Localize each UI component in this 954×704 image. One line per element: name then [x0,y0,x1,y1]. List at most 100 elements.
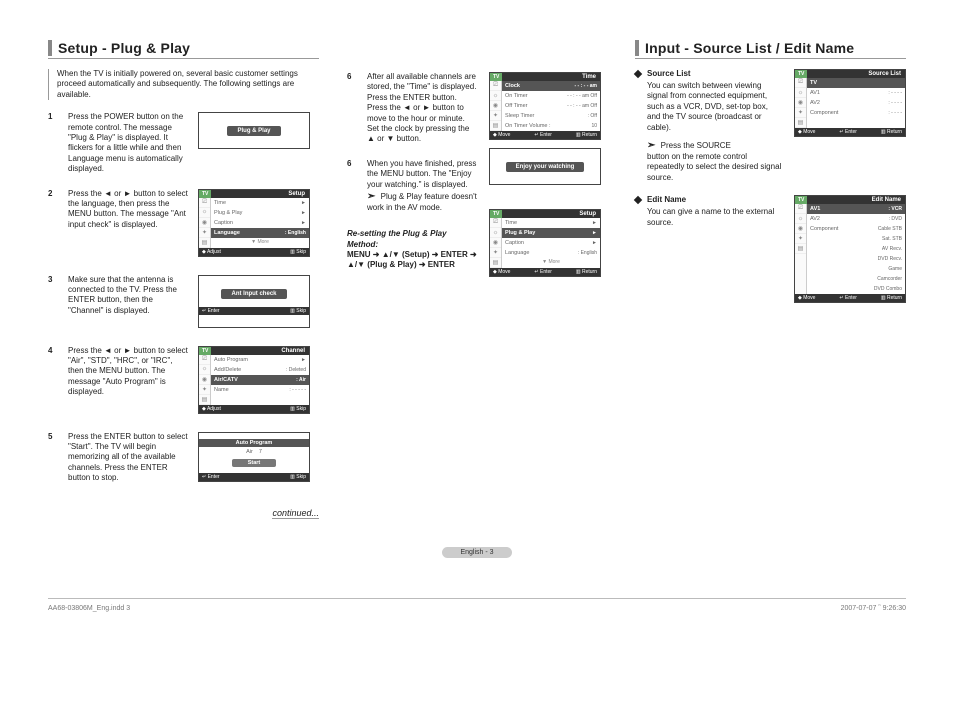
osd-more: ▼ More [502,258,600,266]
osd-setup-menu-2: TV Setup ⎚☼◉✦▤ Time► Plug & Play► Captio… [489,209,601,277]
osd-enjoy-banner: Enjoy your watching [489,148,601,185]
crop-right: 2007-07-07 ῝ 9:26:30 [841,605,906,612]
osd-row: ComponentCable STB [807,224,905,234]
osd-sourcelist-menu: TV Source List ⎚☼◉✦▤ TV AV1: - - - - AV2… [794,69,906,137]
step-text: Make sure that the antenna is connected … [68,275,188,332]
input-title-row: Input - Source List / Edit Name [635,40,906,59]
osd-plugplay-banner: Plug & Play [198,112,310,174]
osd-title: Edit Name [807,196,905,204]
start-pill: Start [232,459,277,467]
osd-row: AV2: - - - - [807,98,905,108]
antcheck-pill: Ant Input check [221,289,286,299]
osd-row: Sat. STB [807,234,905,244]
osd-channel-menu: TV Channel ⎚☼◉✦▤ Auto Program► Add/Delet… [198,346,310,418]
editname-head: Edit Name [635,195,782,204]
sourcelist-body: You can switch between viewing signal fr… [647,81,777,133]
reset-method: Re-setting the Plug & Play Method: MENU … [347,229,477,271]
crop-marks-line: AA68-03806M_Eng.indd 3 2007-07-07 ῝ 9:26… [48,598,906,612]
step-text: Press the ◄ or ► button to select the la… [68,189,188,261]
pointer-icon: ➣ [367,191,375,202]
osd-row: Game [807,264,905,274]
step-text: Press the POWER button on the remote con… [68,112,188,174]
step-num: 6 [347,72,357,145]
osd-row: DVD Recv. [807,254,905,264]
osd-side-icons: ⎚☼◉✦▤ [795,204,807,294]
osd-row: AV1: - - - - [807,88,905,98]
osd-side-icons: ⎚☼◉✦▤ [795,78,807,128]
osd-side-icons: ⎚☼◉✦▤ [199,355,211,405]
osd-row: AV2: DVD [807,214,905,224]
page-number: English - 3 [48,547,906,558]
osd-row-selected: Air/CATV: Air [211,375,309,385]
col-mid: 6 After all available channels are store… [347,40,607,519]
osd-row: Time► [502,218,600,228]
step-6a: 6 After all available channels are store… [347,72,477,145]
step-text: When you have finished, press the MENU b… [367,159,477,214]
osd-row: Caption► [502,238,600,248]
step-num: 2 [48,189,58,261]
osd-title: Source List [807,70,905,78]
step-num: 5 [48,432,58,486]
tv-badge: TV [490,73,502,81]
diamond-icon [634,70,642,78]
tv-badge: TV [199,347,211,355]
osd-row: On Timer- - : - - am Off [502,91,600,101]
source-list-block: Source List You can switch between viewi… [635,69,906,195]
osd-row: Plug & Play► [211,208,309,218]
pointer-icon: ➣ [647,140,655,151]
osd-row: Sleep Timer: Off [502,111,600,121]
continued-label: continued... [272,508,319,519]
step-6b: 6 When you have finished, press the MENU… [347,159,477,214]
osd-row-selected: AV1: VCR [807,204,905,214]
autoprogram-title: Auto Program [199,439,309,447]
step-2: 2 Press the ◄ or ► button to select the … [48,189,319,261]
osd-row: Add/Delete: Deleted [211,365,309,375]
osd-row: On Timer Volume :10 [502,121,600,131]
osd-row-selected: Plug & Play► [502,228,600,238]
editname-body: You can give a name to the external sour… [647,207,777,228]
tv-badge: TV [795,70,807,78]
col-right: Input - Source List / Edit Name Source L… [635,40,906,519]
osd-side-icons: ⎚☼◉✦▤ [490,81,502,131]
osd-title: Channel [211,347,309,355]
osd-row: Off Timer- - : - - am Off [502,101,600,111]
tv-badge: TV [795,196,807,204]
tv-badge: TV [199,190,211,198]
step-num: 6 [347,159,357,214]
osd-row: Time► [211,198,309,208]
setup-title-row: Setup - Plug & Play [48,40,319,59]
osd-time-menu: TV Time ⎚☼◉✦▤ Clock- - : - - am On Timer… [489,72,601,140]
step-3: 3 Make sure that the antenna is connecte… [48,275,319,332]
osd-side-icons: ⎚☼◉✦▤ [490,218,502,268]
osd-side-icons: ⎚☼◉✦▤ [199,198,211,248]
osd-row: DVD Combo [807,284,905,294]
edit-name-block: Edit Name You can give a name to the ext… [635,195,906,307]
osd-title: Setup [211,190,309,198]
step-1: 1 Press the POWER button on the remote c… [48,112,319,174]
osd-row: AV Recv. [807,244,905,254]
osd-title: Time [502,73,600,81]
step-num: 3 [48,275,58,332]
osd-antcheck-banner: Ant Input check ↵ Enter▥ Skip [198,275,310,332]
step-text: Press the ◄ or ► button to select "Air",… [68,346,188,418]
osd-autoprogram-banner: Auto Program Air7 Start ↵ Enter▥ Skip [198,432,310,486]
title-bar-icon [635,40,639,56]
osd-row-selected: Clock- - : - - am [502,81,600,91]
osd-row: Camcorder [807,274,905,284]
title-bar-icon [48,40,52,56]
osd-row-selected: Language: English [211,228,309,238]
sourcelist-head: Source List [635,69,782,78]
osd-setup-menu: TV Setup ⎚☼◉✦▤ Time► Plug & Play► Captio… [198,189,310,261]
setup-title: Setup - Plug & Play [58,40,190,56]
diamond-icon [634,196,642,204]
osd-more: ▼ More [211,238,309,246]
osd-row: Name: - - - - - [211,385,309,395]
setup-intro: When the TV is initially powered on, sev… [48,69,319,100]
page: Setup - Plug & Play When the TV is initi… [48,40,906,519]
step-text: Press the ENTER button to select "Start"… [68,432,188,486]
sourcelist-press: ➣ Press the SOURCE button on the remote … [647,139,782,183]
crop-left: AA68-03806M_Eng.indd 3 [48,605,130,612]
step-num: 4 [48,346,58,418]
osd-row: Language: English [502,248,600,258]
step-5: 5 Press the ENTER button to select "Star… [48,432,319,486]
